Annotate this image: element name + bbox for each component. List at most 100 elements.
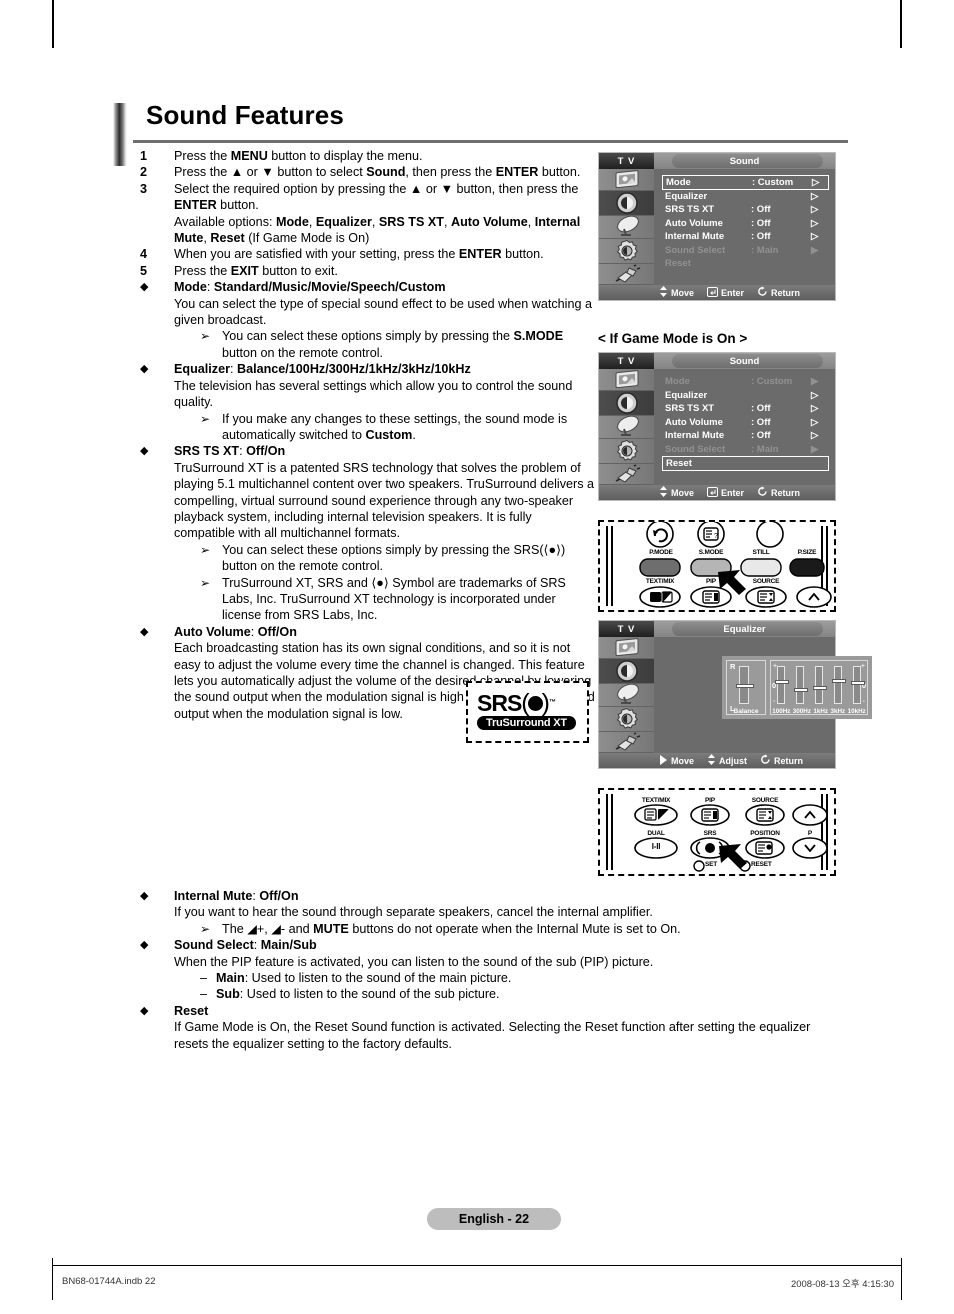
osd-sidebar-icon-2[interactable]	[599, 415, 654, 439]
osd-footer-icon-0	[659, 754, 668, 767]
step-number: 4	[140, 247, 148, 262]
osd-footer-action-0[interactable]: Move	[659, 486, 694, 499]
eq-slider-1kHz[interactable]	[812, 666, 827, 704]
osd-sidebar-icon-0[interactable]	[599, 169, 654, 191]
print-footer-left: BN68-01744A.indb 22	[62, 1276, 156, 1287]
eq-slider-3kHz[interactable]	[832, 666, 847, 704]
wide-bullets-column: ◆ Internal Mute: Off/On If you want to hea…	[140, 888, 846, 1052]
bullet-diamond-icon: ◆	[140, 363, 149, 376]
eq-knob-10kHz[interactable]	[851, 680, 866, 685]
eq-freq-label-0: 100Hz	[772, 708, 791, 715]
instruction-step: 5 Press the EXIT button to exit.	[140, 263, 595, 279]
remote2-label-pip: PIP	[705, 797, 715, 804]
osd-row-6[interactable]: Reset	[662, 257, 829, 271]
osd-footer-action-1[interactable]: Adjust	[707, 754, 747, 767]
instruction-step: 2 Press the ▲ or ▼ button to select Sound…	[140, 164, 595, 180]
remote2-dual-glyph: I-II	[651, 842, 661, 851]
osd-row-arrow-icon-1: ▷	[811, 190, 819, 202]
osd-sidebar-icon-3[interactable]	[599, 439, 654, 464]
eq-knob-3kHz[interactable]	[832, 679, 847, 684]
osd-sidebar-icon-3[interactable]	[599, 707, 654, 732]
osd-footer-action-0[interactable]: Move	[659, 754, 694, 767]
instructions-column: 1 Press the MENU button to display the me…	[140, 148, 595, 722]
note-arrow-icon: ➢	[200, 542, 211, 557]
bullet-subitem: – Main: Used to listen to the sound of th…	[200, 970, 846, 986]
osd-row-0[interactable]: Mode: Custom ▶	[662, 375, 829, 389]
osd-tv-label: T V	[599, 621, 654, 637]
eq-freq-label-4: 10kHz	[847, 708, 866, 715]
osd-row-label-5: Sound Select	[665, 244, 726, 256]
osd-footer-icon-0	[659, 286, 668, 299]
osd-sidebar-icon-4[interactable]	[599, 464, 654, 485]
osd-row-2[interactable]: SRS TS XT: Off ▷	[662, 402, 829, 416]
osd-sidebar-icon-1[interactable]	[599, 190, 654, 216]
osd-sidebar-icon-4[interactable]	[599, 732, 654, 753]
osd-row-5[interactable]: Sound Select: Main ▶	[662, 244, 829, 258]
note-text: You can select these options simply by p…	[222, 542, 566, 574]
osd-footer-action-1[interactable]: Enter	[707, 486, 744, 499]
eq-slider-300Hz[interactable]	[793, 666, 808, 704]
print-footer-right: 2008-08-13 오후 4:15:30	[790, 1279, 894, 1290]
footer-rule	[52, 1265, 902, 1266]
game-mode-caption: < If Game Mode is On >	[598, 331, 748, 346]
osd-footer-label-0: Move	[671, 287, 695, 298]
srs-dot-icon	[527, 695, 543, 711]
osd-row-3[interactable]: Auto Volume: Off ▷	[662, 416, 829, 430]
eq-minus-right: -	[862, 698, 865, 705]
osd-sidebar	[599, 169, 654, 285]
instruction-step: 3 Select the required option by pressing …	[140, 181, 595, 214]
eq-freq-label-2: 1kHz	[813, 708, 829, 715]
osd-sidebar-icon-2[interactable]	[599, 215, 654, 239]
osd-footer-action-0[interactable]: Move	[659, 286, 694, 299]
eq-minus-left: -	[773, 698, 776, 705]
osd-sidebar-icon-3[interactable]	[599, 239, 654, 264]
bullet-note: ➢ TruSurround XT, SRS and ⟨●⟩ Symbol are …	[200, 575, 595, 624]
crop-mark-top-right	[900, 0, 902, 48]
osd-row-1[interactable]: Equalizer ▷	[662, 389, 829, 403]
note-arrow-icon: ➢	[200, 575, 211, 590]
feature-bullet: ◆ SRS TS XT: Off/On TruSurround XT is a pa…	[140, 443, 595, 623]
osd-row-1[interactable]: Equalizer ▷	[662, 190, 829, 204]
osd-sound-menu[interactable]: T V Sound Mode: Custom ▷ Equalizer ▷ SRS TS XT…	[598, 152, 836, 301]
osd-footer-action-1[interactable]: Enter	[707, 286, 744, 299]
osd-row-4[interactable]: Internal Mute: Off ▷	[662, 230, 829, 244]
osd-footer-action-2[interactable]: Return	[760, 754, 803, 767]
osd-equalizer-menu[interactable]: T V Equalizer R L Balance + +0 0- -100Hz 300Hz 1kH…	[598, 620, 872, 769]
step-number: 1	[140, 149, 148, 163]
balance-slider-group[interactable]: R L Balance	[726, 660, 766, 715]
osd-sidebar-icon-0[interactable]	[599, 369, 654, 391]
osd-row-6[interactable]: Reset	[662, 456, 829, 471]
eq-freq-label-1: 300Hz	[792, 708, 811, 715]
osd-row-2[interactable]: SRS TS XT: Off ▷	[662, 203, 829, 217]
osd-footer-label-2: Return	[771, 287, 801, 298]
osd-sound-menu-game-mode[interactable]: T V Sound Mode: Custom ▶ Equalizer ▷ SRS TS XT…	[598, 352, 836, 501]
osd-sidebar-icon-2[interactable]	[599, 683, 654, 707]
osd-row-3[interactable]: Auto Volume: Off ▷	[662, 217, 829, 231]
osd-row-arrow-icon-2: ▷	[811, 403, 819, 415]
osd-row-value-5: : Main	[751, 244, 779, 256]
osd-row-4[interactable]: Internal Mute: Off ▷	[662, 429, 829, 443]
osd-footer-label-2: Return	[774, 755, 804, 766]
osd-sidebar-icon-4[interactable]	[599, 264, 654, 285]
balance-slider[interactable]	[736, 666, 754, 704]
balance-knob[interactable]	[736, 684, 754, 689]
osd-sidebar-icon-0[interactable]	[599, 637, 654, 659]
bullet-heading: Reset	[174, 1003, 209, 1018]
remote-label-pip: PIP	[706, 578, 716, 585]
eq-knob-1kHz[interactable]	[812, 685, 827, 690]
osd-row-0[interactable]: Mode: Custom ▷	[662, 175, 829, 190]
osd-row-value-0: : Custom	[752, 176, 794, 188]
eq-slider-10kHz[interactable]	[851, 666, 866, 704]
note-text: If you make any changes to these setting…	[222, 411, 568, 442]
osd-footer-action-2[interactable]: Return	[757, 286, 800, 299]
osd-sidebar-icon-1[interactable]	[599, 390, 654, 416]
eq-slider-100Hz[interactable]	[774, 666, 789, 704]
osd-row-5[interactable]: Sound Select: Main ▶	[662, 443, 829, 457]
eq-knob-100Hz[interactable]	[774, 679, 789, 684]
osd-sidebar-icon-1[interactable]	[599, 658, 654, 684]
osd-footer-action-2[interactable]: Return	[757, 486, 800, 499]
remote2-label-source: SOURCE	[751, 797, 779, 804]
bullet-diamond-icon: ◆	[140, 281, 149, 294]
eq-knob-300Hz[interactable]	[793, 687, 808, 692]
bullet-diamond-icon: ◆	[140, 1004, 149, 1017]
